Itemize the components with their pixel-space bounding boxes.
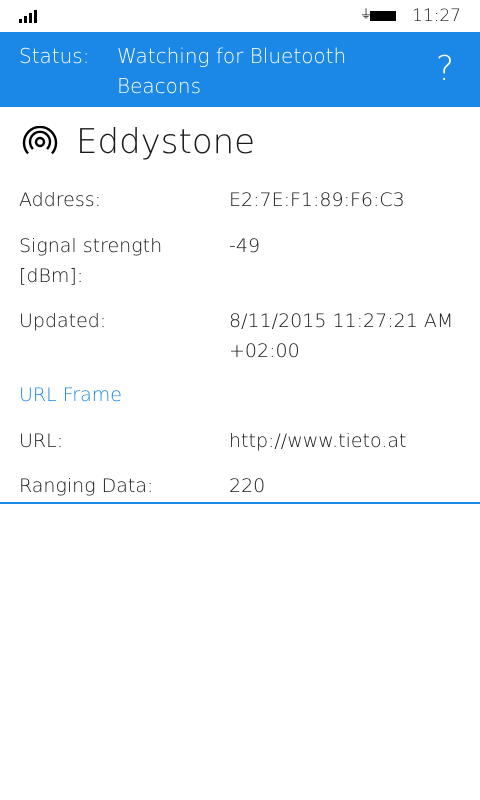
status-right: ⏚ 11:27: [360, 6, 461, 26]
status-label: Status:: [19, 44, 90, 68]
field-label: Ranging Data:: [19, 475, 154, 497]
battery-charging-icon: ⏚: [360, 8, 396, 22]
field-label: Signal strength [dBm]:: [19, 235, 163, 287]
signal-icon: [19, 9, 37, 23]
field-label: Address:: [19, 189, 102, 211]
field-signal-strength: Signal strength [dBm]: -49: [0, 231, 480, 291]
divider: [0, 502, 480, 504]
field-label: Updated:: [19, 310, 107, 332]
status-value: Watching for Bluetooth Beacons: [117, 44, 347, 98]
field-ranging-data: Ranging Data: 220: [0, 471, 480, 501]
beacon-title: Eddystone: [76, 122, 256, 162]
system-status-bar: ⏚ 11:27: [0, 0, 480, 32]
help-icon[interactable]: ?: [436, 49, 454, 89]
field-address: Address: E2:7E:F1:89:F6:C3: [0, 185, 480, 215]
field-value: E2:7E:F1:89:F6:C3: [229, 189, 405, 211]
clock: 11:27: [412, 6, 461, 26]
field-updated: Updated: 8/11/2015 11:27:21 AM +02:00: [0, 306, 480, 366]
field-value: 8/11/2015 11:27:21 AM +02:00: [229, 310, 454, 362]
field-value: -49: [229, 235, 261, 257]
section-url-frame: URL Frame: [19, 384, 122, 406]
field-value: 220: [229, 475, 266, 497]
field-value: http://www.tieto.at: [229, 430, 407, 452]
beacon-icon: [22, 126, 58, 155]
field-label: URL:: [19, 430, 64, 452]
app-status-bar: Status: Watching for Bluetooth Beacons ?: [0, 32, 480, 107]
beacon-header: Eddystone: [0, 111, 480, 173]
field-url: URL: http://www.tieto.at: [0, 426, 480, 456]
